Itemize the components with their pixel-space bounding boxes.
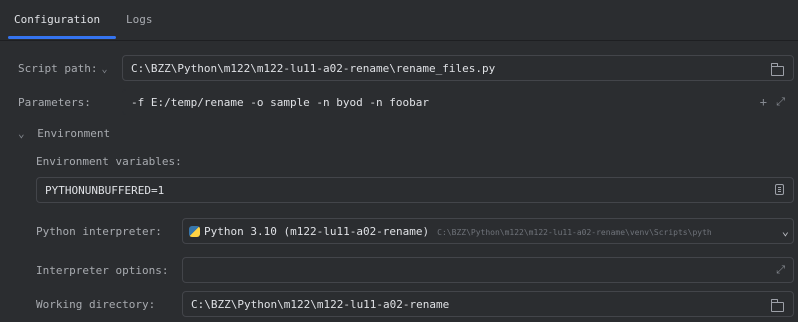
edit-list-icon[interactable] — [775, 184, 784, 195]
folder-icon[interactable] — [770, 63, 784, 76]
folder-icon[interactable] — [770, 299, 784, 312]
parameters-value: -f E:/temp/rename -o sample -n byod -n f… — [131, 96, 430, 109]
plus-icon[interactable]: + — [760, 95, 767, 109]
expand-icon[interactable]: ⤢ — [776, 95, 785, 109]
python-icon — [189, 226, 200, 237]
active-tab-indicator — [8, 36, 116, 39]
chevron-down-icon: ⌄ — [18, 127, 25, 140]
working-directory-label: Working directory: — [36, 298, 156, 311]
tab-separator — [0, 40, 798, 41]
parameters-field[interactable]: -f E:/temp/rename -o sample -n byod -n f… — [122, 89, 794, 115]
parameters-label: Parameters: — [18, 96, 91, 109]
chevron-down-icon[interactable]: ⌄ — [101, 64, 107, 75]
environment-section-header[interactable]: ⌄ Environment — [18, 127, 110, 140]
interpreter-path: C:\BZZ\Python\m122\m122-lu11-a02-rename\… — [437, 228, 712, 237]
script-path-value: C:\BZZ\Python\m122\m122-lu11-a02-rename\… — [131, 62, 496, 75]
interpreter-display: Python 3.10 (m122-lu11-a02-rename) C:\BZZ… — [189, 225, 712, 238]
working-directory-value: C:\BZZ\Python\m122\m122-lu11-a02-rename — [191, 298, 450, 311]
script-path-field[interactable]: C:\BZZ\Python\m122\m122-lu11-a02-rename\… — [122, 55, 794, 81]
env-vars-label: Environment variables: — [36, 155, 182, 168]
tab-bar: Configuration Logs — [0, 0, 798, 40]
chevron-down-icon[interactable]: ⌄ — [777, 224, 789, 238]
script-path-label-text: Script path: — [18, 62, 98, 75]
interpreter-options-field[interactable]: ⤢ — [182, 257, 794, 283]
tab-logs[interactable]: Logs — [126, 13, 153, 26]
interpreter-options-label: Interpreter options: — [36, 264, 169, 277]
tab-configuration[interactable]: Configuration — [14, 13, 100, 26]
script-path-label[interactable]: Script path: ⌄ — [18, 62, 108, 75]
working-directory-field[interactable]: C:\BZZ\Python\m122\m122-lu11-a02-rename — [182, 291, 794, 317]
interpreter-name: Python 3.10 (m122-lu11-a02-rename) — [204, 225, 430, 238]
python-interpreter-select[interactable]: Python 3.10 (m122-lu11-a02-rename) C:\BZZ… — [182, 218, 794, 244]
env-vars-field[interactable]: PYTHONUNBUFFERED=1 — [36, 177, 794, 203]
env-vars-value: PYTHONUNBUFFERED=1 — [45, 184, 165, 197]
python-interpreter-label: Python interpreter: — [36, 225, 162, 238]
environment-section-label: Environment — [37, 127, 111, 140]
expand-icon[interactable]: ⤢ — [776, 263, 785, 277]
